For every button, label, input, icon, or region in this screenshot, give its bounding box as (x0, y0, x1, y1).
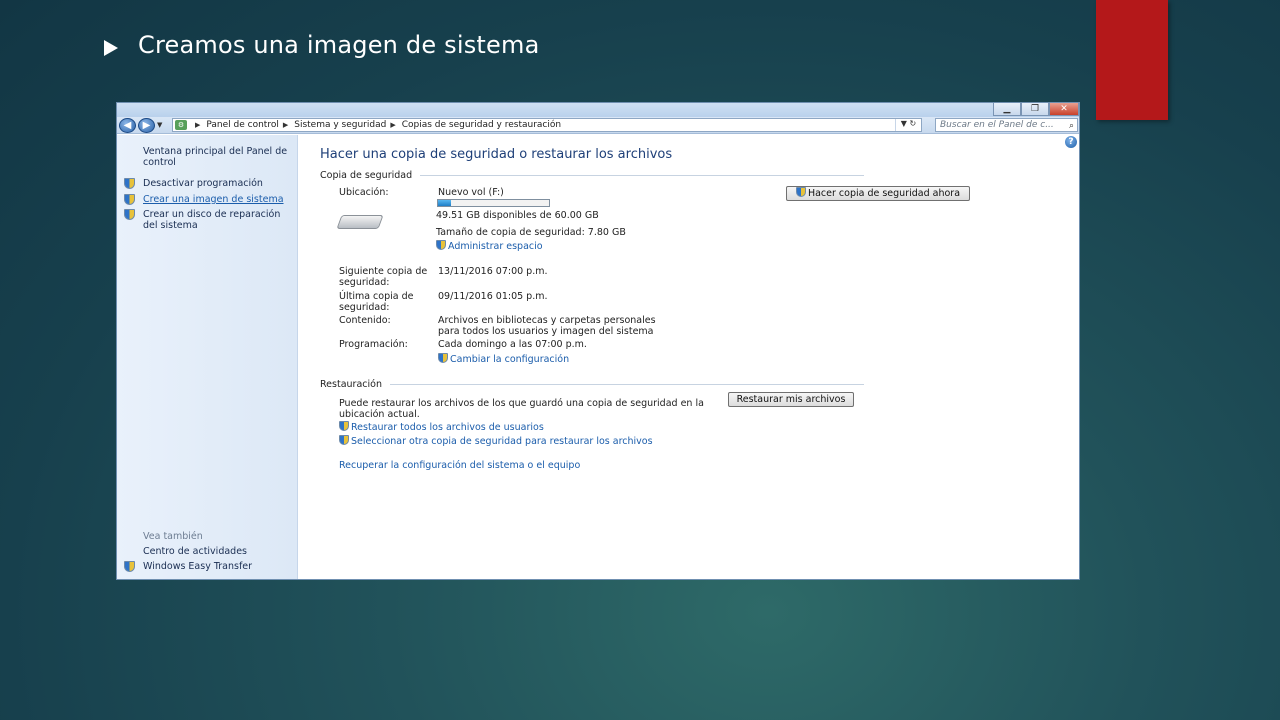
next-backup-label: Siguiente copia de seguridad: (339, 266, 428, 288)
restore-all-users-link[interactable]: Restaurar todos los archivos de usuarios (339, 421, 544, 433)
sidebar: Ventana principal del Panel de control D… (117, 135, 298, 579)
back-button[interactable]: ◀ (119, 117, 136, 133)
sidebar-item-action-center[interactable]: Centro de actividades (143, 546, 293, 557)
shield-icon (795, 187, 806, 197)
shield-icon (124, 194, 135, 205)
hard-drive-icon (336, 215, 384, 229)
location-value: Nuevo vol (F:) (438, 187, 504, 198)
forward-button[interactable]: ▶ (138, 117, 155, 133)
restore-description: Puede restaurar los archivos de los que … (339, 398, 704, 420)
section-divider (420, 175, 864, 176)
change-settings-link[interactable]: Cambiar la configuración (438, 353, 569, 365)
location-label: Ubicación: (339, 187, 389, 198)
backup-heading-label: Copia de seguridad (320, 170, 413, 181)
schedule-label: Programación: (339, 339, 408, 350)
chevron-right-icon[interactable]: ▶ (195, 121, 200, 129)
section-divider (389, 384, 864, 385)
sidebar-item-create-system-image[interactable]: Crear una imagen de sistema (143, 194, 293, 205)
search-icon[interactable]: ⌕ (1069, 120, 1074, 132)
manage-space-link[interactable]: Administrar espacio (436, 240, 543, 252)
restore-my-files-button[interactable]: Restaurar mis archivos (728, 392, 854, 407)
window-titlebar: ▁ ❐ ✕ (117, 103, 1079, 117)
backup-now-label: Hacer copia de seguridad ahora (807, 188, 961, 199)
breadcrumb-control-panel[interactable]: Panel de control (206, 120, 278, 130)
backup-now-button[interactable]: Hacer copia de seguridad ahora (786, 186, 970, 201)
page-title: Hacer una copia de seguridad o restaurar… (320, 147, 673, 162)
restore-section-heading: Restauración (320, 379, 864, 390)
shield-icon (339, 421, 349, 431)
recover-system-link[interactable]: Recuperar la configuración del sistema o… (339, 460, 580, 471)
breadcrumb-backup-restore[interactable]: Copias de seguridad y restauración (402, 120, 561, 130)
sidebar-item-home[interactable]: Ventana principal del Panel de control (143, 146, 293, 168)
schedule-value: Cada domingo a las 07:00 p.m. (438, 339, 587, 350)
close-button[interactable]: ✕ (1049, 103, 1079, 116)
next-backup-value: 13/11/2016 07:00 p.m. (438, 266, 548, 277)
bullet-arrow-icon (104, 40, 118, 56)
slide-title: Creamos una imagen de sistema (138, 31, 540, 59)
minimize-button[interactable]: ▁ (993, 103, 1021, 116)
shield-icon (124, 209, 135, 220)
free-space-text: 49.51 GB disponibles de 60.00 GB (436, 210, 599, 221)
select-other-backup-link[interactable]: Seleccionar otra copia de seguridad para… (339, 435, 653, 447)
restore-heading-label: Restauración (320, 379, 382, 390)
shield-icon (339, 435, 349, 445)
maximize-button[interactable]: ❐ (1021, 103, 1049, 116)
restore-all-users-label[interactable]: Restaurar todos los archivos de usuarios (351, 422, 544, 433)
change-settings-label[interactable]: Cambiar la configuración (450, 354, 569, 365)
backup-restore-window: ▁ ❐ ✕ ◀ ▶ ▼ ⚙ ▶ Panel de control ▶ Siste… (116, 102, 1080, 580)
sidebar-item-easy-transfer[interactable]: Windows Easy Transfer (143, 561, 293, 572)
see-also-heading: Vea también (143, 531, 203, 542)
control-panel-icon: ⚙ (175, 120, 187, 130)
last-backup-label: Última copia de seguridad: (339, 291, 414, 313)
backup-size-text: Tamaño de copia de seguridad: 7.80 GB (436, 227, 626, 238)
chevron-right-icon[interactable]: ▶ (390, 121, 395, 129)
history-dropdown-icon[interactable]: ▼ (157, 121, 162, 129)
main-content: Hacer una copia de seguridad o restaurar… (299, 135, 1079, 579)
address-dropdown-icon[interactable]: ▼ ↻ (895, 119, 921, 131)
last-backup-value: 09/11/2016 01:05 p.m. (438, 291, 548, 302)
shield-icon (438, 353, 448, 363)
search-placeholder: Buscar en el Panel de c... (940, 120, 1054, 130)
disk-usage-bar (437, 199, 550, 207)
select-other-backup-label[interactable]: Seleccionar otra copia de seguridad para… (351, 436, 653, 447)
chevron-right-icon[interactable]: ▶ (283, 121, 288, 129)
breadcrumb-system-security[interactable]: Sistema y seguridad (294, 120, 386, 130)
search-input[interactable]: Buscar en el Panel de c... ⌕ (935, 118, 1078, 132)
shield-icon (436, 240, 446, 250)
manage-space-label[interactable]: Administrar espacio (448, 241, 543, 252)
sidebar-item-create-repair-disc[interactable]: Crear un disco de reparación del sistema (143, 209, 293, 231)
address-toolbar: ◀ ▶ ▼ ⚙ ▶ Panel de control ▶ Sistema y s… (117, 117, 1079, 134)
content-label: Contenido: (339, 315, 391, 326)
sidebar-item-disable-schedule[interactable]: Desactivar programación (143, 178, 293, 189)
slide-decoration-tab (1096, 0, 1168, 120)
shield-icon (124, 561, 135, 572)
backup-section-heading: Copia de seguridad (320, 170, 864, 181)
shield-icon (124, 178, 135, 189)
content-value: Archivos en bibliotecas y carpetas perso… (438, 315, 656, 337)
address-field[interactable]: ⚙ ▶ Panel de control ▶ Sistema y segurid… (172, 118, 922, 132)
disk-usage-fill (438, 200, 452, 206)
